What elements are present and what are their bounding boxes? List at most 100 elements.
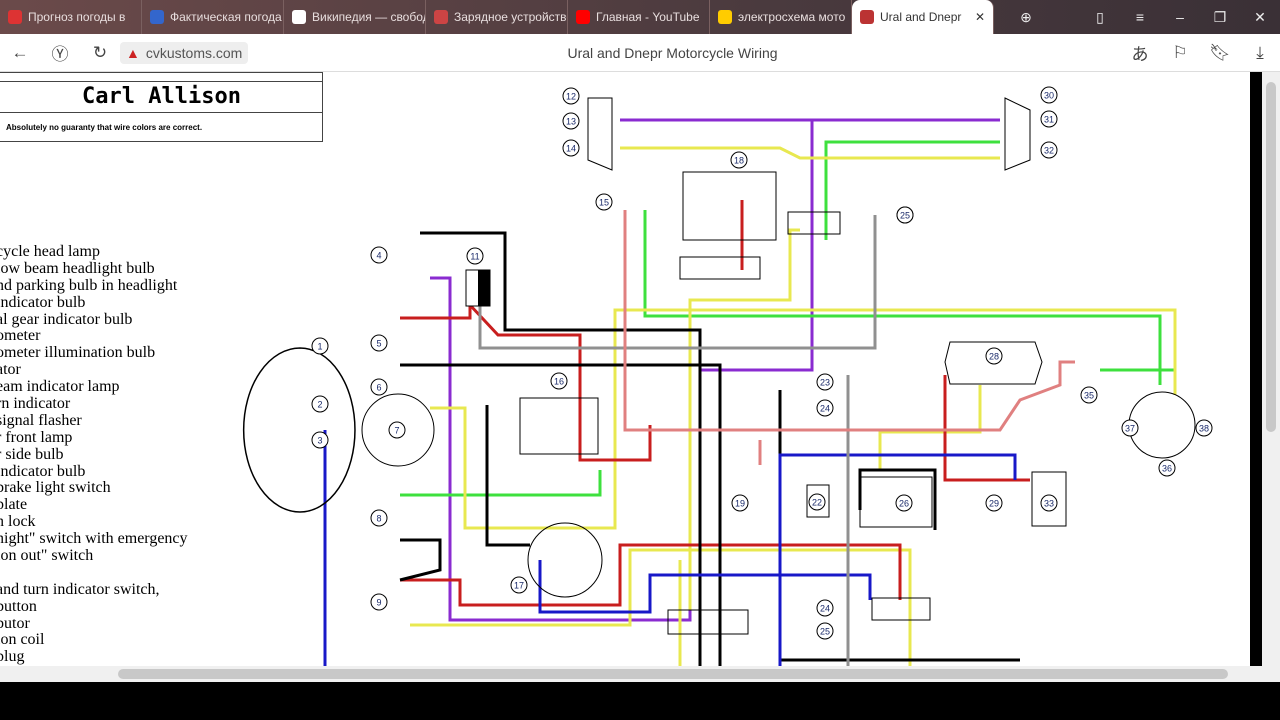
favicon-icon xyxy=(8,10,22,24)
tab[interactable]: Зарядное устройство xyxy=(426,0,568,34)
legend-item: rn indicator xyxy=(0,395,71,413)
page-content: 1234567891112131415161718192223242524252… xyxy=(0,72,1250,666)
tab[interactable]: Ural and Dnepr ✕ xyxy=(852,0,994,34)
wire-green xyxy=(643,210,1162,385)
wire-black xyxy=(485,405,530,547)
legend-item: signal flasher xyxy=(0,411,82,429)
tab-label: Ural and Dnepr xyxy=(880,10,962,24)
callout-label: 6 xyxy=(376,383,381,393)
callout-label: 24 xyxy=(820,604,830,614)
callout-label: 28 xyxy=(989,352,999,362)
component-legend: cycle head lamp low beam headlight bulb nd… xyxy=(0,243,188,666)
minimize-icon[interactable]: – xyxy=(1160,9,1200,25)
reload-icon[interactable]: ↻ xyxy=(80,43,120,63)
callout-label: 19 xyxy=(735,499,745,509)
callout-label: 26 xyxy=(899,499,909,509)
callout-label: 4 xyxy=(376,251,381,261)
callout-label: 9 xyxy=(376,598,381,608)
favicon-icon xyxy=(150,10,164,24)
tab[interactable]: электросхема мото xyxy=(710,0,852,34)
header-box: Carl Allison Absolutely no guaranty that… xyxy=(0,72,323,142)
back-icon[interactable]: ← xyxy=(0,43,40,63)
tab[interactable]: Википедия — свободная xyxy=(284,0,426,34)
component-11-fill xyxy=(478,270,490,306)
warning-icon: ▲ xyxy=(126,44,140,61)
horizontal-scrollbar[interactable] xyxy=(0,666,1280,682)
menu-icon[interactable]: ≡ xyxy=(1120,9,1160,25)
vertical-scroll-thumb[interactable] xyxy=(1266,82,1276,432)
callout-label: 5 xyxy=(376,339,381,349)
legend-item: ometer xyxy=(0,327,41,345)
wire-yellow xyxy=(620,146,1000,160)
regulator-18 xyxy=(682,171,777,241)
wire-yellow xyxy=(688,228,800,610)
legend-item: ator xyxy=(0,361,21,379)
translate-icon[interactable]: あ xyxy=(1120,40,1160,65)
tab-bar: Прогноз погоды в Фактическая погода Википе… xyxy=(0,0,1280,34)
legend-item: and turn indicator switch, xyxy=(0,580,160,598)
legend-item: al gear indicator bulb xyxy=(0,310,133,328)
wire-red xyxy=(943,375,1030,482)
bookmark-icon[interactable]: 🔖︎ xyxy=(1200,43,1240,63)
callout-label: 36 xyxy=(1162,464,1172,474)
yandex-icon[interactable]: Ⓨ xyxy=(40,40,80,65)
wire-yellow xyxy=(410,548,912,666)
connector-right xyxy=(871,597,931,621)
download-icon[interactable]: ⤓ xyxy=(1240,43,1280,63)
legend-item: butor xyxy=(0,614,30,632)
legend-item: brake light switch xyxy=(0,479,111,497)
tab[interactable]: Фактическая погода xyxy=(142,0,284,34)
callout-label: 31 xyxy=(1044,115,1054,125)
new-tab-icon[interactable]: ⊕ xyxy=(1006,9,1046,26)
address-bar: ← Ⓨ ↻ ▲ cvkustoms.com Ural and Dnepr Moto… xyxy=(0,34,1280,72)
tab-label: Википедия — свободная xyxy=(312,10,425,24)
close-tab-icon[interactable]: ✕ xyxy=(975,10,985,24)
tab[interactable]: Главная - YouTube xyxy=(568,0,710,34)
legend-item: r side bulb xyxy=(0,445,64,463)
tab-label: Зарядное устройство xyxy=(454,10,568,24)
legend-item: ometer illumination bulb xyxy=(0,344,156,362)
callout-label: 16 xyxy=(554,377,564,387)
callout-label: 33 xyxy=(1044,499,1054,509)
wire-gray xyxy=(478,215,877,350)
callout-label: 30 xyxy=(1044,91,1054,101)
tab[interactable]: Прогноз погоды в xyxy=(0,0,142,34)
callout-label: 25 xyxy=(900,211,910,221)
legend-item: button xyxy=(0,597,37,615)
collections-icon[interactable]: ▯ xyxy=(1080,9,1120,26)
vertical-scrollbar[interactable] xyxy=(1262,72,1280,666)
disclaimer: Absolutely no guaranty that wire colors … xyxy=(6,123,203,132)
legend-item: low beam headlight bulb xyxy=(0,259,155,277)
callout-label: 25 xyxy=(820,627,830,637)
favicon-icon xyxy=(718,10,732,24)
legend-item: eam indicator lamp xyxy=(0,378,120,396)
wire-purple xyxy=(698,120,814,600)
callout-label: 1 xyxy=(317,342,322,352)
wire-black xyxy=(399,538,442,582)
legend-item: ion coil xyxy=(0,631,45,649)
extension-icon[interactable]: ⚐ xyxy=(1160,43,1200,63)
callout-label: 17 xyxy=(514,581,524,591)
wire-red xyxy=(400,301,652,462)
callout-label: 37 xyxy=(1125,424,1135,434)
legend-item xyxy=(0,565,188,582)
callout-label: 7 xyxy=(394,426,399,436)
callout-label: 11 xyxy=(470,252,479,262)
callout-label: 13 xyxy=(566,117,576,127)
horizontal-scroll-thumb[interactable] xyxy=(118,669,1228,679)
favicon-icon xyxy=(292,10,306,24)
wire-yellow xyxy=(878,385,982,470)
favicon-icon xyxy=(860,10,874,24)
restore-icon[interactable]: ❐ xyxy=(1200,9,1240,26)
url-field[interactable]: ▲ cvkustoms.com xyxy=(120,41,249,64)
wire-green xyxy=(400,470,602,497)
wire-black xyxy=(420,231,702,666)
close-window-icon[interactable]: ✕ xyxy=(1240,9,1280,26)
legend-item: plug xyxy=(0,648,25,666)
callout-label: 12 xyxy=(566,92,576,102)
legend-item: n lock xyxy=(0,513,36,531)
callout-label: 22 xyxy=(812,498,822,508)
left-turn-lamp xyxy=(587,97,613,171)
tab-label: Главная - YouTube xyxy=(596,10,700,24)
legend-item: night" switch with emergency xyxy=(0,530,188,548)
